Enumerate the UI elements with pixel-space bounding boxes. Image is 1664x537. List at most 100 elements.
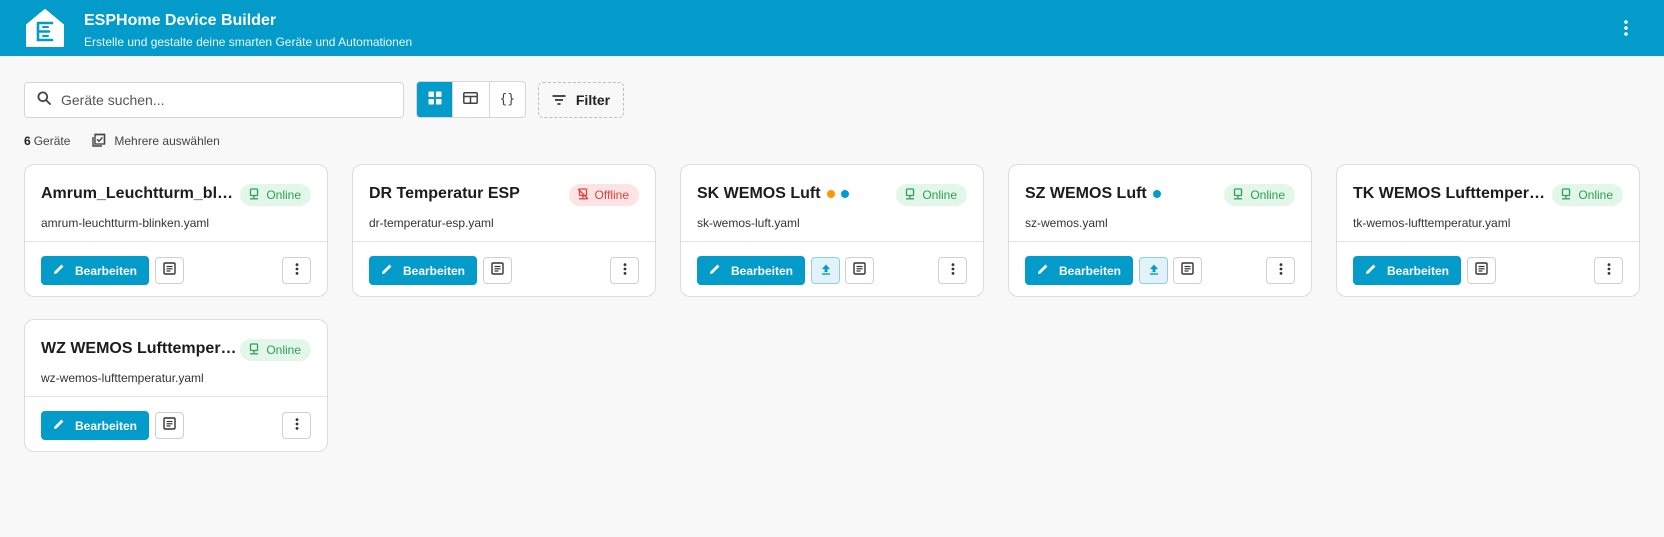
more-options-button[interactable] — [938, 257, 967, 284]
table-view-button[interactable] — [453, 82, 490, 117]
app-header: ESPHome Device Builder Erstelle und gest… — [0, 0, 1664, 56]
logs-button[interactable] — [845, 257, 874, 284]
edit-label: Bearbeiten — [1386, 263, 1450, 278]
upload-button[interactable] — [811, 257, 840, 284]
device-name: Amrum_Leuchtturm_blinken — [41, 185, 237, 202]
logs-button[interactable] — [1467, 257, 1496, 284]
upload-icon — [820, 262, 832, 280]
device-status-icon — [1232, 187, 1244, 203]
more-options-button[interactable] — [1594, 257, 1623, 284]
device-card: TK WEMOS Lufttemperatur Online tk-wemos-… — [1336, 164, 1640, 297]
upload-button[interactable] — [1139, 257, 1168, 284]
device-count: 6 — [24, 134, 31, 148]
logs-icon — [1181, 261, 1194, 280]
kebab-menu-icon — [951, 262, 955, 280]
edit-button[interactable]: Bearbeiten — [697, 256, 805, 285]
device-status-icon — [248, 187, 260, 203]
device-filename: amrum-leuchtturm-blinken.yaml — [41, 216, 210, 230]
device-card: WZ WEMOS Lufttemperatur Online wz-wemos-… — [24, 319, 328, 452]
edit-button[interactable]: Bearbeiten — [369, 256, 477, 285]
esphome-logo-icon — [24, 8, 66, 48]
pencil-icon — [381, 263, 393, 278]
device-name: TK WEMOS Lufttemperatur — [1353, 185, 1549, 202]
logs-button[interactable] — [483, 257, 512, 284]
card-divider — [1337, 241, 1639, 242]
table-view-icon — [463, 91, 479, 108]
search-icon — [37, 91, 51, 110]
logs-button[interactable] — [155, 257, 184, 284]
device-card: SZ WEMOS Luft Online sz-wemos.yaml Bearb… — [1008, 164, 1312, 297]
edit-button[interactable]: Bearbeiten — [41, 411, 149, 440]
more-options-button[interactable] — [282, 412, 311, 439]
pending-changes-indicator — [826, 190, 835, 198]
edit-label: Bearbeiten — [402, 263, 466, 278]
logs-button[interactable] — [1173, 257, 1202, 284]
grid-view-button[interactable] — [417, 82, 454, 117]
device-count-row: 6 Geräte Mehrere auswählen — [24, 133, 220, 149]
edit-label: Bearbeiten — [730, 263, 794, 278]
device-card: SK WEMOS Luft Online sk-wemos-luft.yaml … — [680, 164, 984, 297]
pencil-icon — [1365, 263, 1377, 278]
more-options-button[interactable] — [610, 257, 639, 284]
card-divider — [681, 241, 983, 242]
filter-label: Filter — [575, 92, 611, 108]
status-label: Offline — [594, 188, 629, 202]
edit-label: Bearbeiten — [1058, 263, 1122, 278]
checklist-icon — [92, 133, 106, 150]
multi-select-button[interactable]: Mehrere auswählen — [92, 133, 220, 150]
more-options-button[interactable] — [1266, 257, 1295, 284]
logs-button[interactable] — [155, 412, 184, 439]
device-status-icon — [1560, 187, 1572, 203]
search-input[interactable] — [61, 92, 381, 108]
logs-icon — [853, 261, 866, 280]
app-subtitle: Erstelle und gestalte deine smarten Gerä… — [84, 35, 413, 49]
device-filename: tk-wemos-lufttemperatur.yaml — [1353, 216, 1511, 230]
status-label: Online — [266, 343, 301, 357]
kebab-menu-icon — [295, 417, 299, 435]
status-badge: Online — [240, 184, 311, 206]
status-label: Online — [266, 188, 301, 202]
search-box[interactable] — [24, 82, 404, 118]
status-badge: Online — [240, 339, 311, 361]
pencil-icon — [53, 263, 65, 278]
pencil-icon — [709, 263, 721, 278]
kebab-menu-icon — [1607, 262, 1611, 280]
status-label: Online — [922, 188, 957, 202]
device-status-icon — [577, 187, 589, 203]
device-filename: wz-wemos-lufttemperatur.yaml — [41, 371, 204, 385]
multi-select-label: Mehrere auswählen — [114, 134, 220, 148]
status-badge: Offline — [568, 184, 639, 206]
more-options-button[interactable] — [282, 257, 311, 284]
edit-button[interactable]: Bearbeiten — [41, 256, 149, 285]
logs-icon — [491, 261, 504, 280]
update-available-indicator — [840, 190, 849, 198]
update-available-indicator — [1152, 190, 1161, 198]
card-divider — [1009, 241, 1311, 242]
filter-button[interactable]: Filter — [538, 82, 624, 118]
status-badge: Online — [1552, 184, 1623, 206]
card-divider — [25, 241, 327, 242]
kebab-menu-icon — [623, 262, 627, 280]
edit-label: Bearbeiten — [74, 263, 138, 278]
json-view-button[interactable]: {} — [490, 82, 525, 117]
device-filename: sk-wemos-luft.yaml — [697, 216, 800, 230]
app-title: ESPHome Device Builder — [84, 12, 277, 29]
device-status-icon — [248, 342, 260, 358]
device-card: DR Temperatur ESP Offline dr-temperatur-… — [352, 164, 656, 297]
device-name: DR Temperatur ESP — [369, 185, 520, 202]
card-divider — [25, 396, 327, 397]
device-filename: dr-temperatur-esp.yaml — [369, 216, 494, 230]
card-divider — [353, 241, 655, 242]
view-mode-toggle: {} — [416, 81, 526, 118]
edit-button[interactable]: Bearbeiten — [1025, 256, 1133, 285]
logs-icon — [163, 261, 176, 280]
edit-label: Bearbeiten — [74, 418, 138, 433]
logs-icon — [163, 416, 176, 435]
device-name: SK WEMOS Luft — [697, 185, 849, 203]
status-badge: Online — [1224, 184, 1295, 206]
edit-button[interactable]: Bearbeiten — [1353, 256, 1461, 285]
device-status-icon — [904, 187, 916, 203]
device-count-label: Geräte — [33, 134, 71, 148]
pencil-icon — [53, 418, 65, 433]
kebab-menu-icon[interactable] — [1614, 16, 1638, 40]
